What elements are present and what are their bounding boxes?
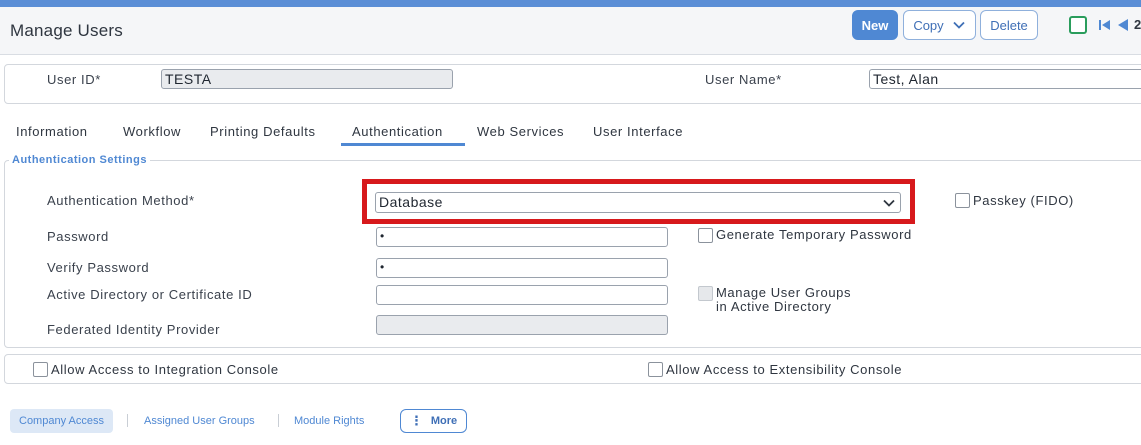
tab-separator [278,414,279,427]
authentication-method-label: Authentication Method* [47,193,195,208]
tab-assigned-user-groups[interactable]: Assigned User Groups [144,409,255,433]
federated-identity-label: Federated Identity Provider [47,322,221,337]
tab-user-interface[interactable]: User Interface [593,124,683,139]
manage-user-groups-label-line1: Manage User Groups [716,285,852,300]
tab-web-services[interactable]: Web Services [477,124,564,139]
generate-temporary-password-checkbox[interactable] [698,228,713,243]
skip-first-icon[interactable] [1098,18,1112,32]
integration-console-checkbox[interactable] [33,362,48,377]
verify-password-field[interactable]: • [376,258,668,278]
passkey-label: Passkey (FIDO) [973,193,1074,208]
copy-button-label: Copy [913,17,944,33]
password-label: Password [47,229,109,244]
copy-button[interactable]: Copy [903,10,976,40]
page-title: Manage Users [10,21,123,40]
triangle-left-icon[interactable] [1116,18,1130,32]
chevron-down-icon [953,21,965,29]
active-directory-field[interactable] [376,285,668,305]
generate-temporary-password-label: Generate Temporary Password [716,227,912,242]
integration-console-label: Allow Access to Integration Console [51,362,279,377]
verify-password-label: Verify Password [47,260,150,275]
vertical-dots-icon: ⋮ [409,413,423,428]
user-id-label: User ID* [47,72,101,87]
authentication-settings-legend: Authentication Settings [9,154,150,166]
record-count: 2 [1134,17,1141,32]
tab-separator [127,414,128,427]
tab-printing-defaults[interactable]: Printing Defaults [210,124,316,139]
more-button[interactable]: ⋮ More [400,409,467,433]
user-name-label: User Name* [705,72,782,87]
passkey-checkbox[interactable] [955,193,970,208]
delete-button[interactable]: Delete [980,10,1038,40]
tab-workflow[interactable]: Workflow [123,124,181,139]
active-tab-indicator [341,143,465,146]
manage-user-groups-checkbox [698,286,713,301]
more-button-label: More [430,415,458,427]
manage-user-groups-label-line2: in Active Directory [716,299,832,314]
new-button[interactable]: New [852,10,898,40]
password-field[interactable]: • [376,227,668,247]
square-icon[interactable] [1069,16,1087,34]
user-id-field: TESTA [161,69,453,89]
tab-authentication[interactable]: Authentication [352,124,443,139]
tab-company-access[interactable]: Company Access [10,409,113,433]
top-accent-bar [0,0,1141,7]
federated-identity-field [376,315,668,335]
highlight-box [362,179,915,224]
tab-module-rights[interactable]: Module Rights [294,409,364,433]
active-directory-label: Active Directory or Certificate ID [47,287,253,302]
user-name-field[interactable]: Test, Alan [869,69,1141,89]
extensibility-console-label: Allow Access to Extensibility Console [666,362,903,377]
tab-information[interactable]: Information [16,124,88,139]
extensibility-console-checkbox[interactable] [648,362,663,377]
